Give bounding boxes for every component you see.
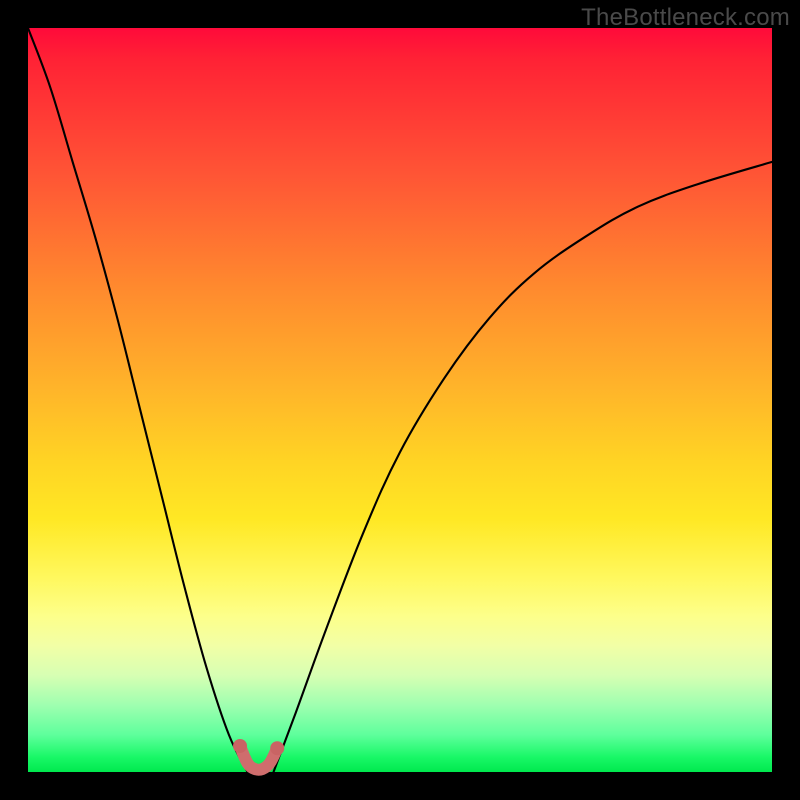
watermark-text: TheBottleneck.com (581, 4, 790, 32)
plot-area (28, 28, 772, 772)
hump-endpoint-dot (233, 739, 247, 753)
chart-frame: TheBottleneck.com (0, 0, 800, 800)
hump-endpoint-dot (270, 741, 284, 755)
curve-left-branch (28, 28, 247, 772)
hump-dots (233, 739, 284, 755)
curve-layer (28, 28, 772, 772)
curve-right-branch (274, 162, 772, 772)
